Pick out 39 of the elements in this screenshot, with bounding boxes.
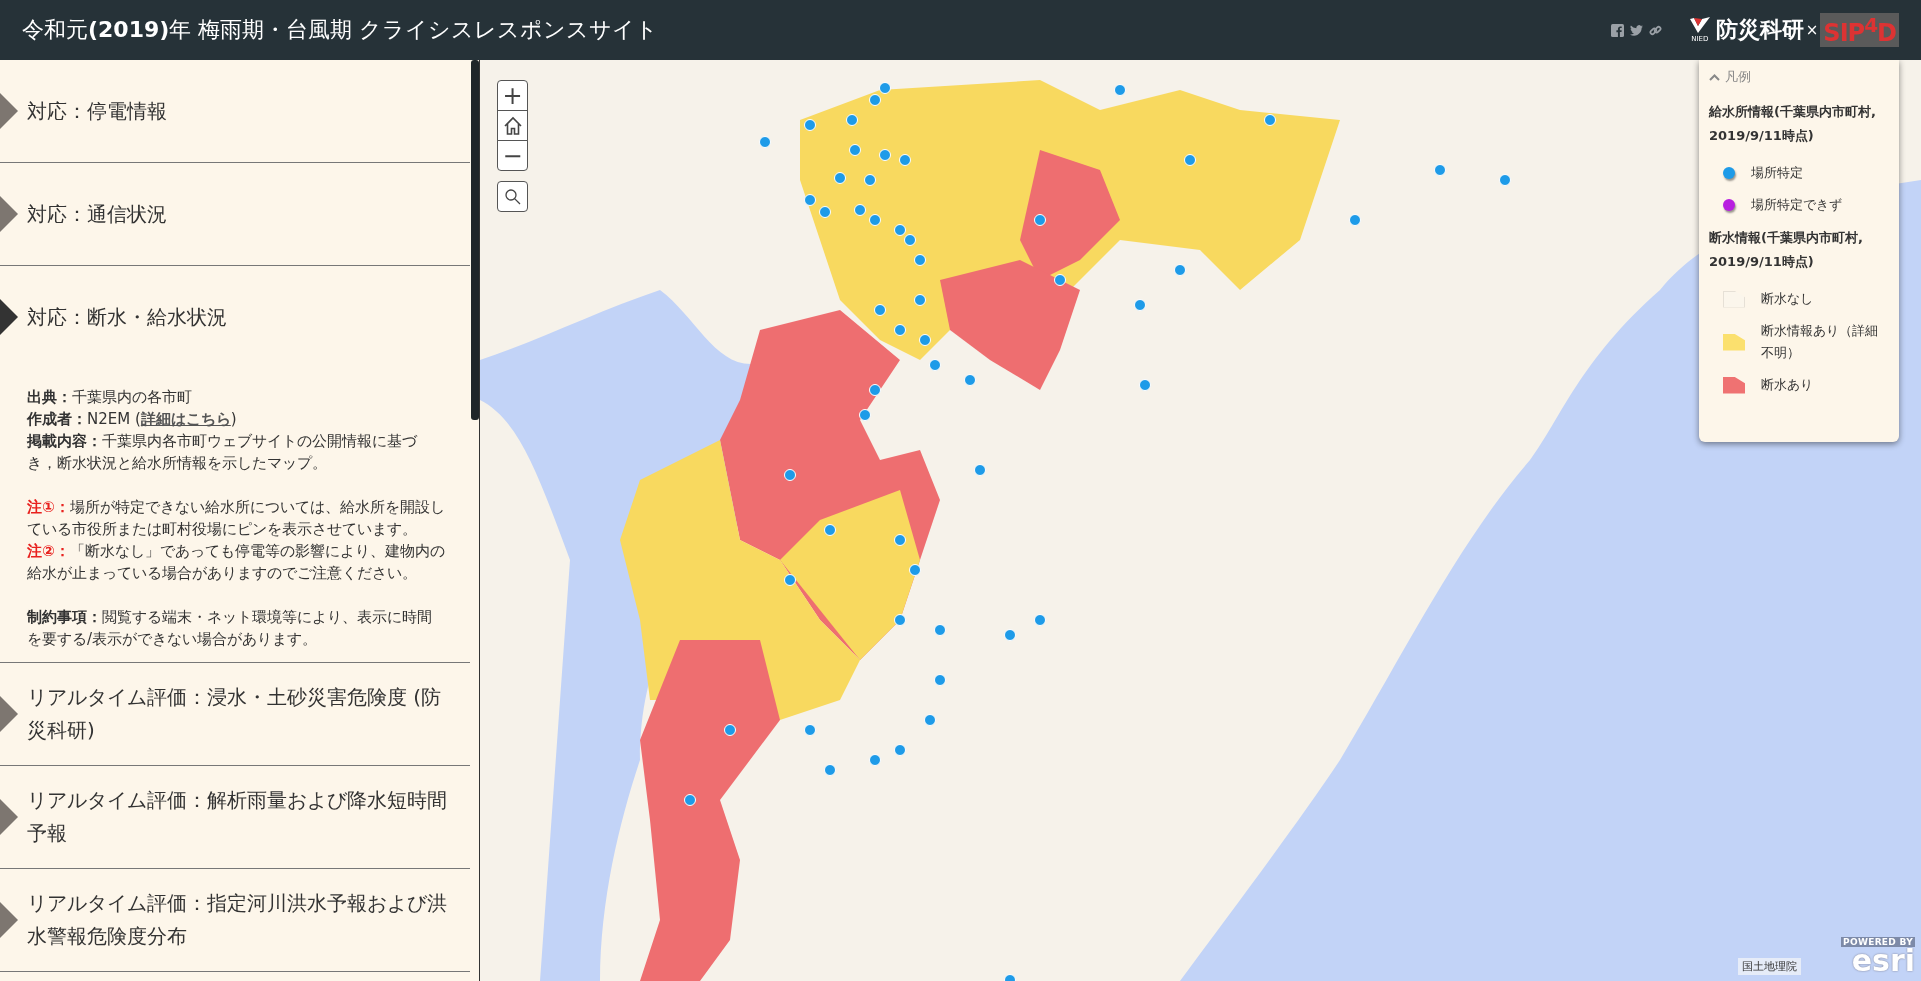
section-header[interactable]: リアルタイム評価：浸水・土砂災害危険度 (防災科研) bbox=[0, 663, 470, 765]
legend-label: 場所特定できず bbox=[1751, 196, 1842, 214]
section-header[interactable]: 対応：断水・給水状況 bbox=[0, 266, 470, 368]
zoom-in-button[interactable]: + bbox=[497, 80, 528, 111]
legend-label: 場所特定 bbox=[1751, 164, 1803, 182]
legend-label: 断水なし bbox=[1761, 290, 1813, 308]
legend-toggle[interactable]: 凡例 bbox=[1709, 62, 1751, 90]
legend-label: 断水情報あり（詳細不明） bbox=[1761, 322, 1879, 362]
section-header[interactable]: 対応：通信状況 bbox=[0, 163, 470, 265]
logo-name: 防災科研 bbox=[1715, 16, 1804, 44]
site-title: 令和元(2019)年 梅雨期・台風期 クライシスレスポンスサイト bbox=[22, 16, 660, 44]
logo-icon bbox=[1689, 17, 1710, 35]
powered-by-text: POWERED BY bbox=[1841, 937, 1915, 947]
twitter-icon[interactable] bbox=[1629, 23, 1643, 37]
link-icon[interactable] bbox=[1648, 23, 1662, 37]
caret-icon bbox=[1709, 73, 1720, 81]
legend-label: 断水あり bbox=[1761, 376, 1813, 394]
partner-logo: SIP$^{4}$D bbox=[1820, 13, 1899, 47]
facebook-icon[interactable] bbox=[1610, 23, 1624, 37]
zoom-out-button[interactable]: − bbox=[497, 140, 528, 171]
attribution-text: 国土地理院 bbox=[1738, 958, 1801, 975]
info-paragraph: 制約事項：閲覧する端末・ネット環境等により、表示に時間を要する/表示ができない場合があります。 bbox=[27, 607, 433, 650]
details-link[interactable]: 詳細はこちら bbox=[140, 410, 231, 428]
info-paragraph: 作成者：N2EM (詳細はこちら) bbox=[27, 409, 238, 430]
logo-separator: × bbox=[1805, 21, 1819, 39]
info-paragraph: 注①：場所が特定できない給水所については、給水所を開設している市役所または町村役場にピンを表示させています。 bbox=[27, 497, 446, 540]
home-icon bbox=[502, 115, 523, 136]
info-paragraph: 掲載内容：千葉県内各市町ウェブサイトの公開情報に基づき，断水状況と給水所情報を示したマップ。 bbox=[27, 431, 419, 474]
legend-heading: 給水所情報(千葉県内市町村, 2019/9/11時点) bbox=[1709, 103, 1877, 145]
info-paragraph: 注②：「断水なし」であっても停電等の影響により、建物内の給水が止まっている場合がありますのでご注意ください。 bbox=[27, 541, 446, 584]
section-header[interactable]: 対応：停電情報 bbox=[0, 60, 470, 162]
search-icon bbox=[503, 187, 522, 206]
section-header[interactable]: リアルタイム評価：指定河川洪水予報および洪水警報危険度分布 bbox=[0, 869, 470, 971]
home-button[interactable] bbox=[497, 110, 528, 141]
scrollbar-thumb[interactable] bbox=[471, 60, 479, 420]
info-paragraph: 出典：千葉県内の各市町 bbox=[27, 387, 193, 408]
search-button[interactable] bbox=[497, 181, 528, 212]
section-header[interactable]: リアルタイム評価：解析雨量および降水短時間予報 bbox=[0, 766, 470, 868]
legend-heading: 断水情報(千葉県内市町村, 2019/9/11時点) bbox=[1709, 229, 1864, 271]
